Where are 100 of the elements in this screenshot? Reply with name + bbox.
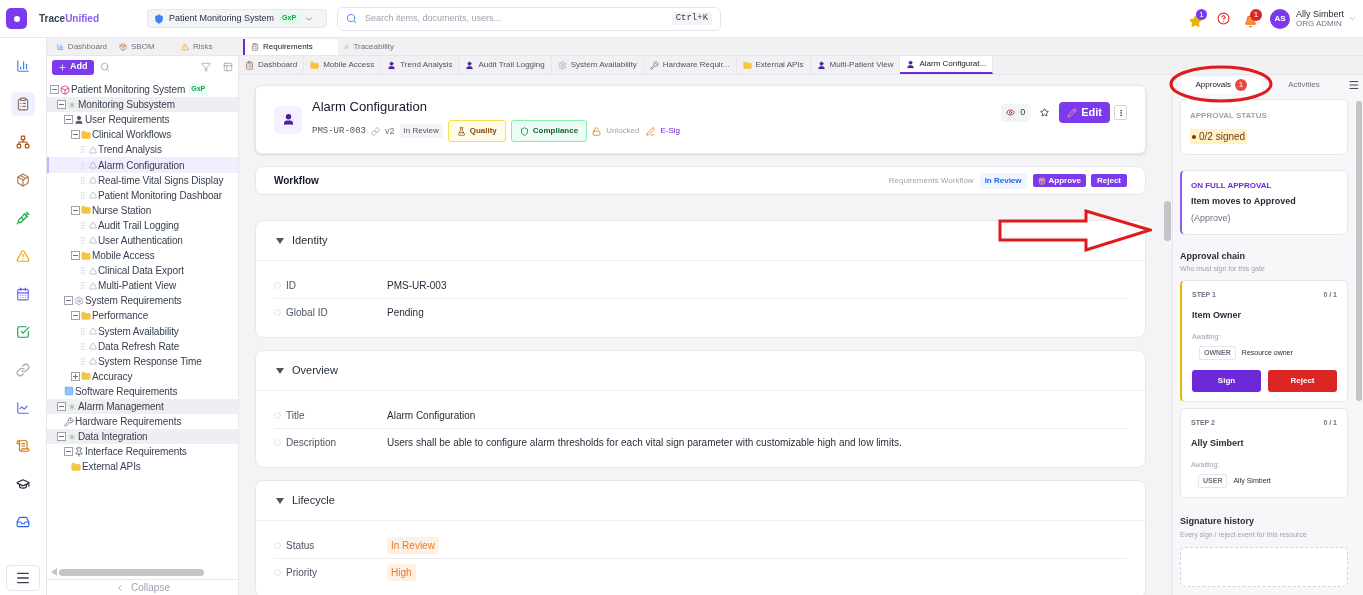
sign-button[interactable]: Sign [1192,370,1261,392]
plus-icon [58,62,67,72]
horizontal-scrollbar[interactable] [59,568,204,576]
favorites-button[interactable]: 1 [1189,9,1207,28]
tree-item[interactable]: Hardware Requirements [47,414,238,430]
count-badge: 1 [1235,79,1248,91]
link-icon[interactable] [371,126,380,136]
search-bar[interactable]: Search items, documents, users... Ctrl+K [337,6,722,31]
tree-item[interactable]: System Availability [47,323,238,339]
document-tab[interactable]: Alarm Configurat... [900,56,994,74]
side-panel-tab[interactable]: Approvals 1 [1181,76,1262,94]
tree-item[interactable]: Patient Monitoring Dashboar [47,187,238,203]
collapse-toggle-icon[interactable] [57,100,66,110]
lock-status: Unlocked [606,125,640,138]
tree-item[interactable]: Alarm Management [47,398,238,415]
document-tab[interactable]: External APIs [736,56,811,74]
layout-icon[interactable] [223,62,233,72]
count-badge: 1 [1196,9,1207,20]
search-field[interactable]: Search items, documents, users... [365,11,672,26]
collapse-toggle-icon[interactable] [57,432,66,442]
tree-item[interactable]: Data Integration [47,429,238,445]
document-tab[interactable]: Hardware Requir... [643,56,737,74]
menu-button[interactable] [6,565,40,591]
approve-button[interactable]: Approve [1032,174,1086,187]
folder-icon [81,371,91,382]
tree-item[interactable]: System Requirements [47,293,238,309]
collapse-toggle-icon[interactable] [64,115,73,125]
star-icon[interactable] [1040,108,1050,117]
tree-item[interactable]: Mobile Access [47,248,238,264]
star-icon [1189,15,1202,28]
disclosure-icon [276,496,284,505]
collapse-toggle-icon[interactable] [57,402,66,411]
reject-button[interactable]: Reject [1268,370,1337,392]
watchers-button[interactable]: 0 [1001,103,1031,122]
tree-item[interactable]: System Response Time [47,353,238,369]
module-tab[interactable]: Traceability [338,39,400,55]
collapse-toggle-icon[interactable] [71,311,80,321]
module-tab[interactable]: Risks [175,39,237,55]
tree-item[interactable]: Accuracy [47,368,238,384]
tree-item[interactable]: Audit Trail Logging [47,217,238,233]
filter-icon[interactable] [201,62,211,72]
tree-item[interactable]: User Requirements [47,112,238,128]
scroll-left-icon[interactable] [51,568,57,576]
collapse-toggle-icon[interactable] [71,205,80,215]
scroll-icon [16,439,30,453]
search-icon[interactable] [99,62,110,72]
side-panel-tab[interactable]: Activities [1263,76,1345,94]
expand-toggle-icon[interactable] [71,371,80,381]
document-tab[interactable]: System Availability [551,56,644,74]
unlocked-icon [592,126,602,136]
tree-item[interactable]: Nurse Station [47,202,238,218]
card-label: APPROVAL STATUS [1190,110,1268,122]
collapse-toggle-icon[interactable] [71,130,80,140]
step-name: Ally Simbert [1191,436,1245,450]
esig-link[interactable]: E-Sig [660,125,681,138]
tree-item[interactable]: Clinical Data Export [47,263,238,279]
field-label: Description [286,435,338,450]
tree-item[interactable]: Software Requirements [47,383,238,399]
vertical-scrollbar[interactable] [1356,101,1362,401]
tree-item[interactable]: Alarm Configuration [47,157,238,173]
chevron-down-icon[interactable] [1348,14,1357,23]
tree-item[interactable]: Data Refresh Rate [47,338,238,354]
tree-item[interactable]: Real-time Vital Signs Display [47,172,238,188]
section-header[interactable]: Lifecycle [256,481,1145,521]
module-tab[interactable]: Requirements [243,39,338,55]
tree-item[interactable]: Interface Requirements [47,444,238,460]
add-button[interactable]: Add [52,59,94,75]
section-header[interactable]: Overview [256,351,1145,391]
tree-item[interactable]: Multi-Patient View [47,278,238,294]
edit-button[interactable]: Edit [1059,102,1110,123]
collapse-toggle-icon[interactable] [71,251,80,261]
field-value: Alarm Configuration [387,409,476,423]
section-title: Identity [292,233,328,249]
collapse-toggle-icon[interactable] [64,447,73,457]
document-tab[interactable]: Audit Trail Logging [459,56,552,74]
app-logo-icon[interactable] [6,8,27,29]
collapse-toggle-icon[interactable] [64,296,73,306]
document-tab[interactable]: Trend Analysis [381,56,460,74]
menu-icon[interactable] [1348,79,1360,91]
link-icon [344,43,350,51]
notifications-button[interactable]: 1 [1244,9,1262,28]
tree-item[interactable]: Performance [47,308,238,324]
document-tab[interactable]: Dashboard [239,56,305,74]
document-tab[interactable]: Mobile Access [304,56,382,74]
more-button[interactable] [1114,105,1127,120]
module-tab[interactable]: SBOM [113,39,175,55]
disclosure-icon [276,366,284,375]
collapse-toggle-icon[interactable] [50,85,59,95]
help-icon[interactable] [1217,12,1230,25]
tree-item[interactable]: External APIs [47,459,238,475]
tree-item[interactable]: Trend Analysis [47,142,238,158]
tree-item[interactable]: Monitoring Subsystem [47,97,238,113]
tree-item[interactable]: User Authentication [47,232,238,249]
section-header[interactable]: Identity [256,221,1145,261]
vertical-scrollbar[interactable] [1163,201,1171,241]
user-avatar[interactable]: AS [1270,8,1290,29]
tag: Quality [447,120,506,143]
tree-item[interactable]: Clinical Workflows [47,127,238,143]
module-tab[interactable]: Dashboard [51,39,113,55]
reject-button[interactable]: Reject [1091,174,1127,187]
